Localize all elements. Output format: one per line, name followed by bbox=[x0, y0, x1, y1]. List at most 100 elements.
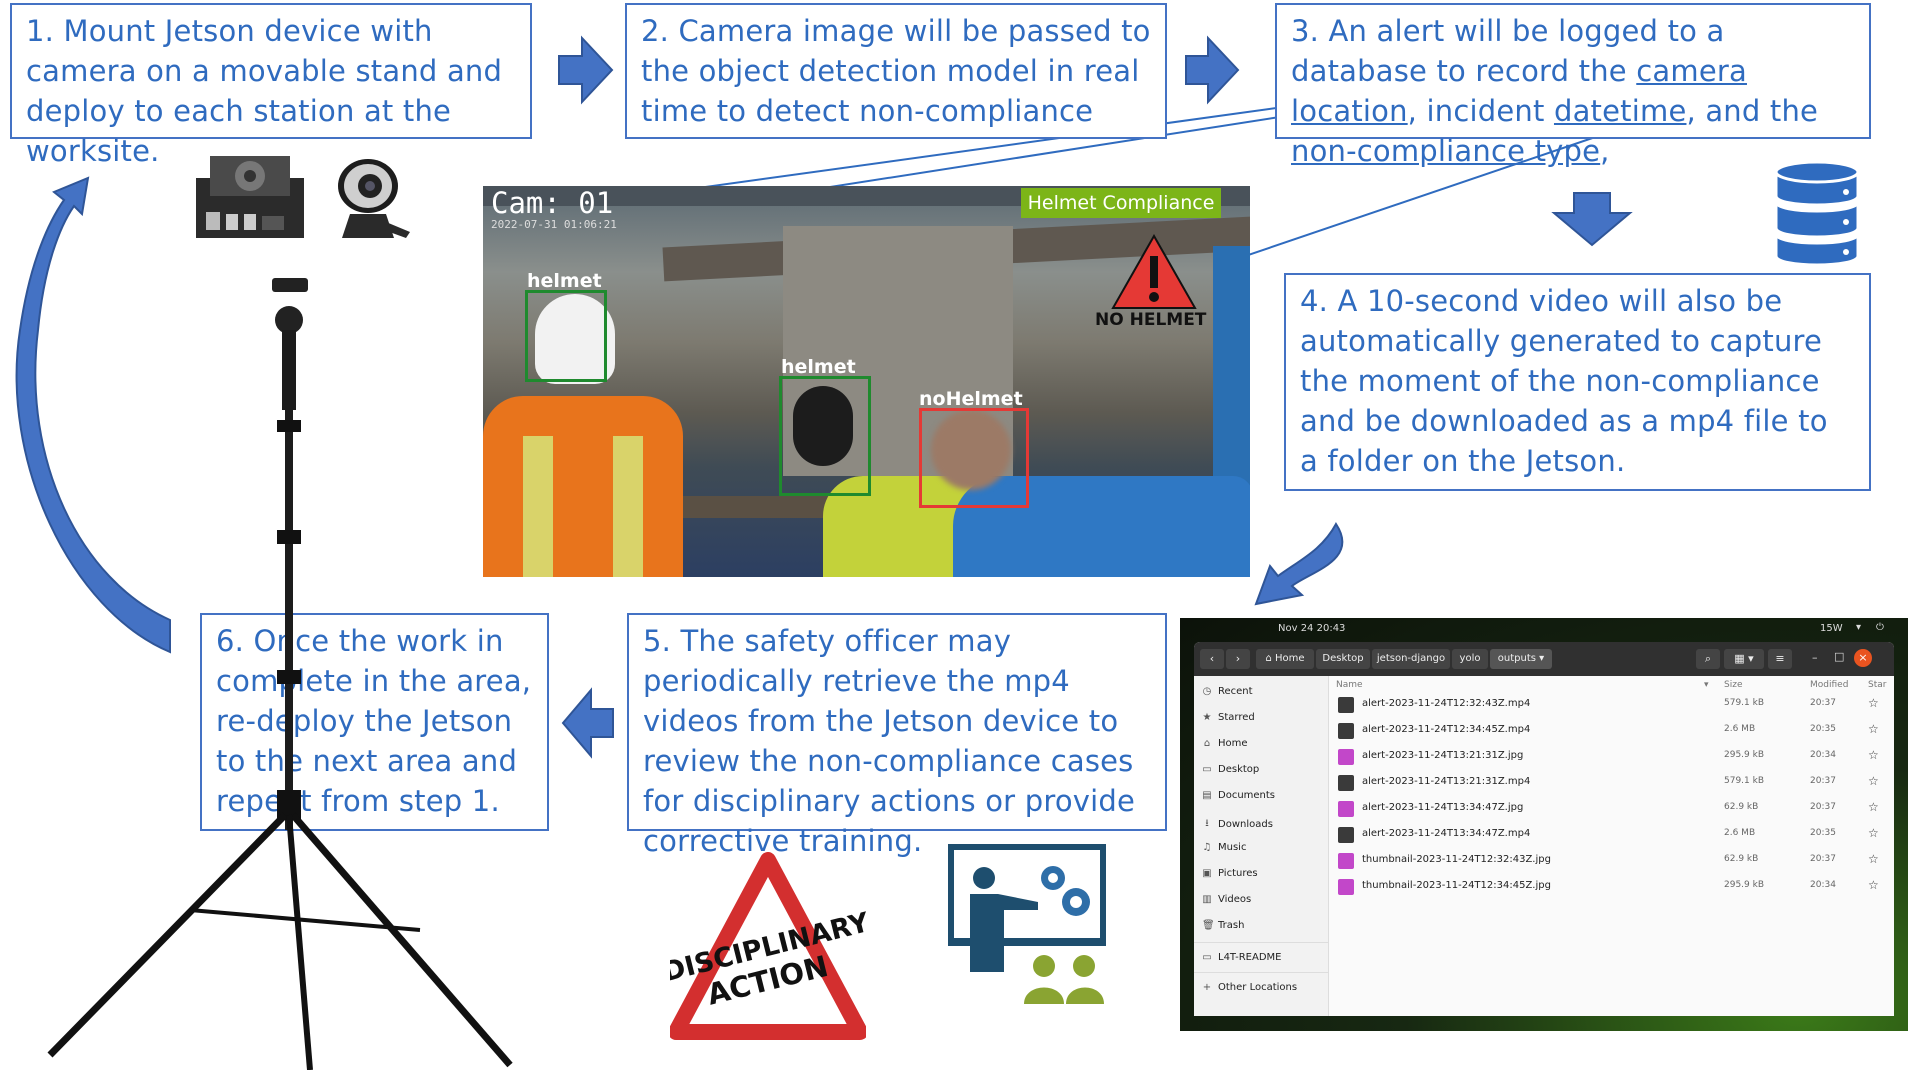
no-helmet-alert-text: NO HELMET bbox=[1095, 310, 1207, 330]
step-3-text-d: , bbox=[1600, 134, 1610, 168]
sidebar-divider bbox=[1194, 942, 1328, 943]
header-bar: ‹ › ⌂ Home Desktop jetson-django yolo ou… bbox=[1194, 642, 1894, 676]
arrow-down-1 bbox=[1551, 192, 1633, 247]
sidebar-label: Other Locations bbox=[1218, 982, 1298, 993]
home-icon: ⌂ bbox=[1203, 738, 1211, 749]
tripod-stand-image bbox=[47, 278, 513, 1070]
sidebar-item-starred[interactable]: ★ Starred bbox=[1202, 712, 1255, 723]
sidebar-label: Pictures bbox=[1218, 868, 1258, 879]
step-1-box: 1. Mount Jetson device with camera on a … bbox=[10, 3, 532, 168]
power-indicator: 15W bbox=[1820, 623, 1843, 634]
top-bar: Nov 24 20:43 15W ▾ ⏻ bbox=[1180, 618, 1908, 640]
sidebar-label: Downloads bbox=[1218, 819, 1273, 830]
hamburger-icon: ≡ bbox=[1775, 652, 1785, 665]
image-file-icon bbox=[1338, 853, 1354, 869]
star-toggle-icon[interactable]: ☆ bbox=[1868, 878, 1879, 892]
sort-chevron-icon[interactable]: ▾ bbox=[1704, 680, 1709, 690]
clock-label: Nov 24 20:43 bbox=[1278, 623, 1346, 634]
download-icon: ⭳ bbox=[1205, 818, 1209, 829]
breadcrumb-yolo[interactable]: yolo bbox=[1452, 649, 1488, 669]
file-row[interactable]: thumbnail-2023-11-24T12:34:45Z.jpg 295.9… bbox=[1328, 874, 1894, 900]
image-file-icon bbox=[1338, 801, 1354, 817]
forward-button[interactable]: › bbox=[1226, 649, 1250, 669]
file-row[interactable]: alert-2023-11-24T13:34:47Z.mp4 2.6 MB 20… bbox=[1328, 822, 1894, 848]
breadcrumb-jetson-django-label: jetson-django bbox=[1376, 653, 1446, 664]
detection-label-helmet-1: helmet bbox=[527, 270, 602, 292]
arrow-curved-down bbox=[1254, 522, 1344, 606]
column-header-name[interactable]: Name bbox=[1336, 680, 1363, 690]
close-button[interactable]: × bbox=[1854, 649, 1872, 667]
star-toggle-icon[interactable]: ☆ bbox=[1868, 826, 1879, 840]
file-modified: 20:37 bbox=[1810, 698, 1836, 708]
star-toggle-icon[interactable]: ☆ bbox=[1868, 852, 1879, 866]
sidebar-item-recent[interactable]: ◷ Recent bbox=[1202, 686, 1253, 697]
sidebar-item-pictures[interactable]: ▣ Pictures bbox=[1202, 868, 1258, 879]
breadcrumb-jetson-django[interactable]: jetson-django bbox=[1372, 649, 1450, 669]
column-header-modified[interactable]: Modified bbox=[1810, 680, 1848, 690]
file-row[interactable]: alert-2023-11-24T13:21:31Z.jpg 295.9 kB … bbox=[1328, 744, 1894, 770]
back-button[interactable]: ‹ bbox=[1200, 649, 1224, 669]
sidebar-label: Recent bbox=[1218, 686, 1253, 697]
sidebar-item-documents[interactable]: ▤ Documents bbox=[1202, 790, 1275, 801]
maximize-button[interactable]: □ bbox=[1834, 650, 1844, 663]
column-header-size[interactable]: Size bbox=[1724, 680, 1742, 690]
file-size: 62.9 kB bbox=[1724, 802, 1759, 812]
sidebar-item-music[interactable]: ♫ Music bbox=[1202, 842, 1247, 853]
sidebar-item-downloads[interactable]: ⭳ Downloads bbox=[1202, 816, 1273, 833]
file-name: alert-2023-11-24T13:21:31Z.mp4 bbox=[1362, 776, 1531, 787]
file-name: alert-2023-11-24T12:34:45Z.mp4 bbox=[1362, 724, 1531, 735]
file-row[interactable]: thumbnail-2023-11-24T12:32:43Z.jpg 62.9 … bbox=[1328, 848, 1894, 874]
file-row[interactable]: alert-2023-11-24T12:32:43Z.mp4 579.1 kB … bbox=[1328, 692, 1894, 718]
file-size: 62.9 kB bbox=[1724, 854, 1759, 864]
breadcrumb-outputs-label: outputs bbox=[1497, 653, 1536, 664]
file-row[interactable]: alert-2023-11-24T13:21:31Z.mp4 579.1 kB … bbox=[1328, 770, 1894, 796]
sidebar-label: Music bbox=[1218, 842, 1247, 853]
breadcrumb-desktop[interactable]: Desktop bbox=[1316, 649, 1370, 669]
step-5-text: 5. The safety officer may periodically r… bbox=[643, 624, 1136, 858]
arrow-left-1 bbox=[561, 687, 614, 759]
breadcrumb-outputs[interactable]: outputs ▾ bbox=[1490, 649, 1552, 669]
file-name: thumbnail-2023-11-24T12:32:43Z.jpg bbox=[1362, 854, 1551, 865]
column-header-star[interactable]: Star bbox=[1868, 680, 1886, 690]
step-4-box: 4. A 10-second video will also be automa… bbox=[1284, 273, 1871, 491]
file-row[interactable]: alert-2023-11-24T12:34:45Z.mp4 2.6 MB 20… bbox=[1328, 718, 1894, 744]
file-name: alert-2023-11-24T12:32:43Z.mp4 bbox=[1362, 698, 1531, 709]
breadcrumb-desktop-label: Desktop bbox=[1322, 653, 1364, 664]
power-icon: ⏻ bbox=[1876, 622, 1884, 633]
file-modified: 20:34 bbox=[1810, 880, 1836, 890]
breadcrumb-home[interactable]: ⌂ Home bbox=[1256, 649, 1314, 669]
sidebar-item-other-locations[interactable]: + Other Locations bbox=[1202, 982, 1297, 993]
minimize-button[interactable]: – bbox=[1812, 651, 1818, 664]
sidebar-item-l4t-readme[interactable]: ▭ L4T-README bbox=[1202, 952, 1281, 963]
sidebar-item-home[interactable]: ⌂ Home bbox=[1202, 738, 1248, 749]
sidebar-item-videos[interactable]: ▥ Videos bbox=[1202, 894, 1251, 905]
star-toggle-icon[interactable]: ☆ bbox=[1868, 800, 1879, 814]
view-toggle-button[interactable]: ▦ ▾ bbox=[1724, 649, 1764, 669]
breadcrumb-home-label: Home bbox=[1275, 653, 1305, 664]
file-modified: 20:37 bbox=[1810, 802, 1836, 812]
search-button[interactable]: ⌕ bbox=[1696, 649, 1720, 669]
menu-button[interactable]: ≡ bbox=[1768, 649, 1792, 669]
star-toggle-icon[interactable]: ☆ bbox=[1868, 696, 1879, 710]
jetson-board-image bbox=[196, 156, 304, 238]
search-icon: ⌕ bbox=[1704, 652, 1712, 665]
home-crumb-icon: ⌂ bbox=[1265, 653, 1275, 664]
file-name: thumbnail-2023-11-24T12:34:45Z.jpg bbox=[1362, 880, 1551, 891]
link-non-compliance-type: non-compliance type bbox=[1291, 134, 1601, 168]
sidebar-item-trash[interactable]: 🗑 Trash bbox=[1202, 920, 1244, 931]
breadcrumb-yolo-label: yolo bbox=[1459, 653, 1481, 664]
star-toggle-icon[interactable]: ☆ bbox=[1868, 722, 1879, 736]
close-icon: × bbox=[1858, 651, 1868, 664]
warning-icon bbox=[1111, 234, 1197, 309]
star-toggle-icon[interactable]: ☆ bbox=[1868, 774, 1879, 788]
training-icon bbox=[948, 844, 1106, 1004]
sidebar-item-desktop[interactable]: ▭ Desktop bbox=[1202, 764, 1259, 775]
disciplinary-action-sign: DISCIPLINARY ACTION bbox=[670, 852, 866, 1040]
worker-1-vest bbox=[483, 396, 683, 577]
sidebar-label: Trash bbox=[1218, 920, 1245, 931]
video-file-icon bbox=[1338, 723, 1354, 739]
star-toggle-icon[interactable]: ☆ bbox=[1868, 748, 1879, 762]
step-2-text: 2. Camera image will be passed to the ob… bbox=[641, 14, 1151, 128]
file-row[interactable]: alert-2023-11-24T13:34:47Z.jpg 62.9 kB 2… bbox=[1328, 796, 1894, 822]
detection-label-nohelmet: noHelmet bbox=[919, 388, 1023, 410]
